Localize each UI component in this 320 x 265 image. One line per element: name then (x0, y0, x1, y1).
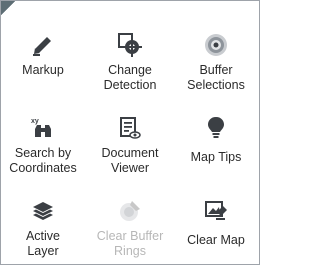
tools-panel: Markup Change Detection Buffer Selections … (0, 0, 260, 265)
document-viewer-icon (120, 117, 141, 139)
markup-label: Markup (22, 63, 64, 77)
buffer-selections-button[interactable]: Buffer Selections (174, 15, 258, 92)
clear-buffer-rings-button[interactable]: Clear Buffer Rings (88, 181, 172, 258)
search-by-coordinates-label: Search by Coordinates (9, 146, 77, 175)
markup-button[interactable]: Markup (1, 15, 85, 87)
buffer-icon (205, 34, 227, 56)
change-detection-label: Change Detection (103, 63, 157, 92)
clear-map-button[interactable]: Clear Map (174, 181, 258, 253)
clear-buffer-icon (120, 201, 140, 221)
marker-icon (33, 37, 51, 56)
clear-buffer-rings-label: Clear Buffer Rings (96, 229, 164, 258)
clear-map-icon (205, 201, 227, 220)
active-layer-button[interactable]: Active Layer (1, 181, 85, 258)
svg-text:xy: xy (31, 118, 39, 125)
crosshair-globe-icon (118, 33, 142, 57)
map-tips-label: Map Tips (190, 150, 242, 164)
lightbulb-icon (208, 117, 224, 138)
active-layer-label: Active Layer (25, 229, 61, 258)
binoculars-xy-icon: xy (31, 118, 51, 137)
document-viewer-label: Document Viewer (101, 146, 159, 175)
change-detection-button[interactable]: Change Detection (88, 15, 172, 92)
panel-corner-caret (1, 1, 15, 15)
document-viewer-button[interactable]: Document Viewer (88, 98, 172, 175)
buffer-selections-label: Buffer Selections (187, 63, 245, 92)
layers-icon (33, 202, 53, 220)
map-tips-button[interactable]: Map Tips (174, 98, 258, 170)
search-by-coordinates-button[interactable]: xy Search by Coordinates (1, 98, 85, 175)
clear-map-label: Clear Map (187, 233, 245, 247)
